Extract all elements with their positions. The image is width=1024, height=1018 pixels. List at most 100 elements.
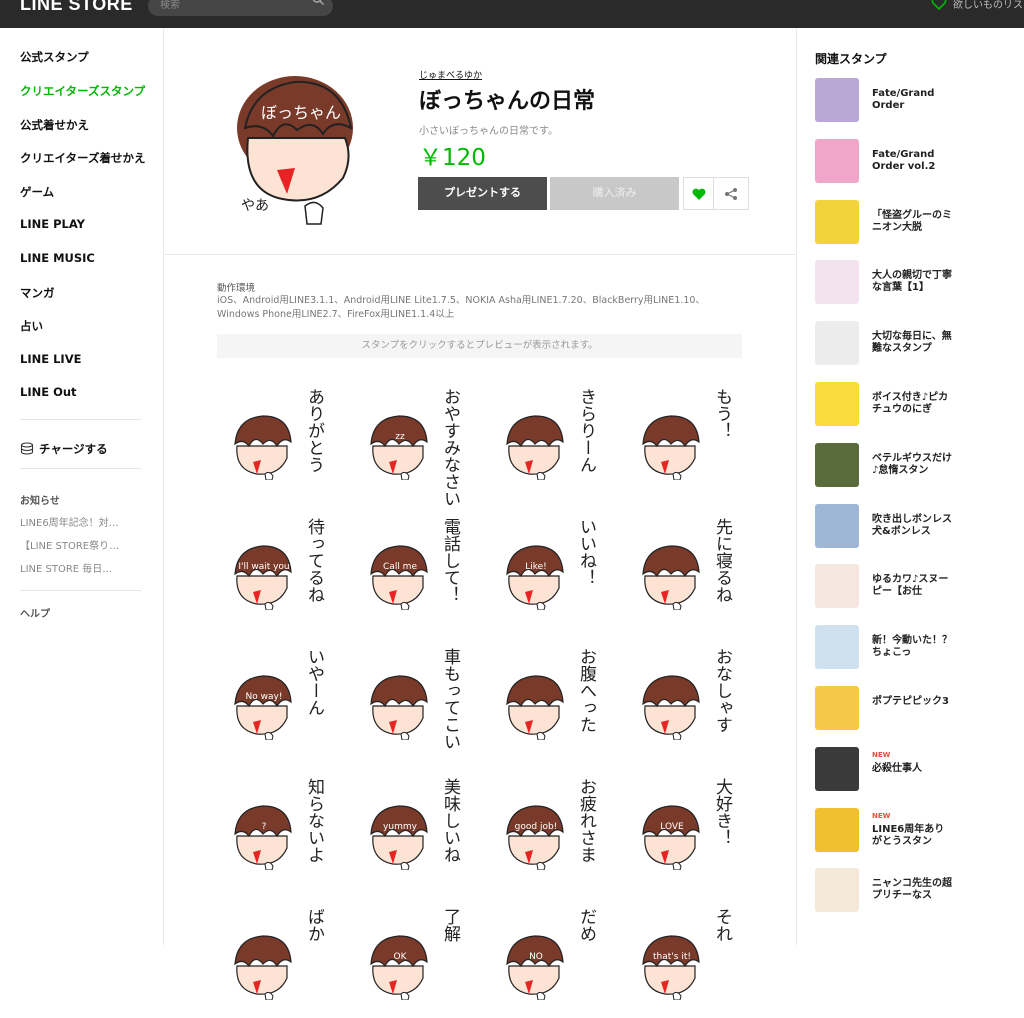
- line-store-logo[interactable]: LINE STORE: [20, 0, 133, 15]
- sticker-item[interactable]: NO だめ: [489, 898, 609, 1018]
- nav-creators-themes[interactable]: クリエイターズ着せかえ: [20, 150, 145, 166]
- related-item[interactable]: ベテルギウスだけ♪怠惰スタン: [815, 442, 1024, 493]
- sticker-face-image: [642, 415, 700, 480]
- sticker-hair-text: zz: [395, 432, 405, 442]
- sticker-caption: ありがとう: [304, 388, 324, 473]
- help-link[interactable]: ヘルプ: [20, 605, 50, 620]
- nav-line-play[interactable]: LINE PLAY: [20, 217, 85, 231]
- related-name: ベテルギウスだけ♪怠惰スタン: [872, 452, 952, 476]
- sticker-hair-text: LOVE: [660, 822, 684, 832]
- gift-button[interactable]: プレゼントする: [418, 177, 547, 210]
- preview-hint: スタンプをクリックするとプレビューが表示されます。: [217, 334, 742, 358]
- sticker-caption: きらりーん: [576, 388, 596, 473]
- new-badge: NEW: [872, 750, 891, 759]
- related-item[interactable]: 吹き出しボンレス犬&ボンレス: [815, 503, 1024, 554]
- related-thumbnail: [815, 321, 859, 366]
- related-item[interactable]: NEW 必殺仕事人: [815, 746, 1024, 797]
- related-item[interactable]: 新！今動いた！？ちょこっ: [815, 625, 1024, 675]
- sticker-face-image: [506, 675, 564, 740]
- sticker-caption: もう！: [712, 388, 732, 439]
- sticker-item[interactable]: ? 知らないよ: [217, 768, 337, 888]
- news-item[interactable]: LINE STORE 毎日…: [20, 560, 112, 575]
- sticker-item[interactable]: ばか: [217, 898, 337, 1018]
- nav-line-live[interactable]: LINE LIVE: [20, 352, 81, 366]
- sticker-item[interactable]: ありがとう: [217, 378, 337, 498]
- sticker-item[interactable]: that's it! それ: [625, 898, 745, 1018]
- product-description: 小さいぼっちゃんの日常です。: [419, 126, 558, 137]
- purchased-button[interactable]: 購入済み: [550, 177, 679, 210]
- related-thumbnail: [815, 807, 859, 852]
- related-item[interactable]: NEW LINE6周年ありがとうスタン: [815, 807, 1024, 858]
- sticker-face-image: [370, 545, 428, 610]
- sticker-hair-text: yummy: [383, 822, 417, 832]
- sticker-hair-text: good job!: [514, 822, 558, 832]
- charge-link[interactable]: チャージする: [20, 441, 108, 457]
- author-link[interactable]: じゅまべるゆか: [419, 68, 482, 81]
- sticker-item[interactable]: お腹へった: [489, 638, 609, 758]
- news-heading: お知らせ: [20, 496, 60, 507]
- search-icon[interactable]: [312, 0, 324, 5]
- sticker-item[interactable]: 先に寝るね: [625, 508, 745, 628]
- sticker-caption: 電話して！: [440, 518, 460, 603]
- sticker-item[interactable]: もう！: [625, 378, 745, 498]
- news-item[interactable]: 【LINE STORE祭り…: [20, 537, 119, 552]
- related-item[interactable]: 大人の親切で丁寧な言葉【1】: [815, 260, 1024, 310]
- nav-line-music[interactable]: LINE MUSIC: [20, 251, 95, 265]
- sticker-item[interactable]: I'll wait you 待ってるね: [217, 508, 337, 628]
- nav-official-stickers[interactable]: 公式スタンプ: [20, 49, 89, 65]
- sticker-face-image: [642, 675, 700, 740]
- related-item[interactable]: ニャンコ先生の超プリチーなス: [815, 868, 1024, 918]
- sticker-face-image: [234, 935, 292, 1000]
- wishlist-button[interactable]: [683, 177, 714, 210]
- sticker-item[interactable]: Like! いいね！: [489, 508, 609, 628]
- sticker-face-image: [370, 675, 428, 740]
- related-thumbnail: [815, 78, 859, 122]
- sticker-item[interactable]: きらりーん: [489, 378, 609, 498]
- related-item[interactable]: 「怪盗グルーのミニオン大脱: [815, 199, 1024, 250]
- sticker-face-image: [506, 545, 564, 610]
- nav-official-themes[interactable]: 公式着せかえ: [20, 117, 89, 133]
- nav-fortune[interactable]: 占い: [20, 318, 43, 334]
- sticker-caption: 先に寝るね: [712, 518, 732, 603]
- sticker-hair-text: No way!: [245, 692, 283, 702]
- related-thumbnail: [815, 382, 859, 426]
- sticker-face-image: [506, 415, 564, 480]
- related-thumbnail: [815, 199, 859, 244]
- sticker-item[interactable]: LOVE 大好き！: [625, 768, 745, 888]
- product-price: ￥120: [419, 145, 486, 171]
- search-input[interactable]: 検索: [148, 0, 333, 16]
- related-item[interactable]: ゆるカワ♪スヌーピー【お仕: [815, 564, 1024, 614]
- news-item[interactable]: LINE6周年記念！対…: [20, 514, 119, 529]
- related-name: Fate/Grand Order: [872, 88, 935, 111]
- related-item[interactable]: 大切な毎日に、無難なスタンプ: [815, 321, 1024, 371]
- main-content: ぼっちゃん やあ じゅまべるゆか ぼっちゃんの日常 小さいぼっちゃんの日常です。…: [165, 28, 795, 1000]
- sticker-item[interactable]: No way! いやーん: [217, 638, 337, 758]
- related-thumbnail: [815, 686, 859, 730]
- sticker-item[interactable]: zz おやすみなさい: [353, 378, 473, 507]
- nav-creators-stickers[interactable]: クリエイターズスタンプ: [20, 83, 145, 99]
- heart-outline-icon: [931, 0, 947, 10]
- sticker-item[interactable]: 車もってこい: [353, 638, 473, 758]
- sticker-item[interactable]: yummy 美味しいね: [353, 768, 473, 888]
- nav-manga[interactable]: マンガ: [20, 285, 55, 301]
- related-thumbnail: [815, 138, 859, 183]
- nav-divider: [20, 468, 141, 469]
- related-item[interactable]: ボイス付き♪ピカチュウのにぎ: [815, 382, 1024, 432]
- related-name: ポプテピピック3: [872, 696, 949, 707]
- nav-games[interactable]: ゲーム: [20, 184, 54, 200]
- nav-line-out[interactable]: LINE Out: [20, 385, 77, 399]
- related-item[interactable]: ポプテピピック3: [815, 686, 1024, 736]
- sticker-caption: だめ: [576, 908, 596, 942]
- sticker-caption: お腹へった: [576, 648, 596, 733]
- sticker-item[interactable]: good job! お疲れさま: [489, 768, 609, 888]
- related-item[interactable]: Fate/Grand Order: [815, 78, 1024, 128]
- sticker-item[interactable]: おなしゃす: [625, 638, 745, 758]
- sticker-caption: おなしゃす: [712, 648, 732, 733]
- related-thumbnail: [815, 746, 859, 791]
- sticker-face-image: [370, 935, 428, 1000]
- sticker-item[interactable]: Call me 電話して！: [353, 508, 473, 628]
- sticker-hair-text: OK: [393, 952, 407, 962]
- share-button[interactable]: [714, 177, 749, 210]
- sticker-item[interactable]: OK 了解: [353, 898, 473, 1018]
- related-item[interactable]: Fate/Grand Order vol.2: [815, 138, 1024, 189]
